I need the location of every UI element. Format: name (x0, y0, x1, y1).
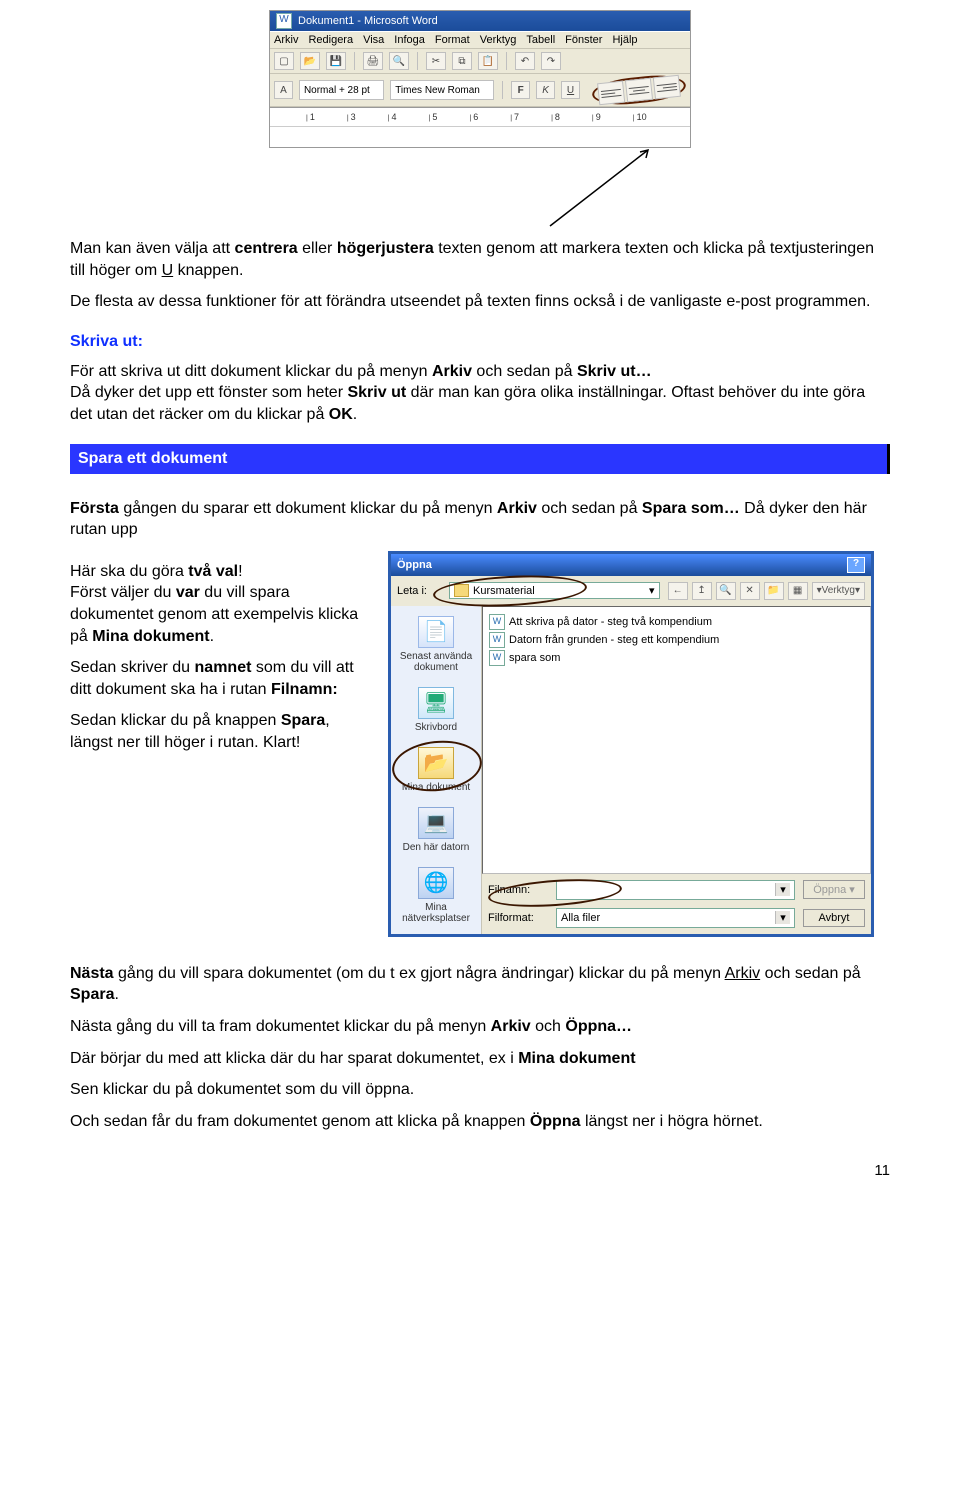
word-doc-icon: W (489, 632, 505, 648)
desktop-icon: 🖥 (418, 687, 454, 719)
ruler-tick: 6 (469, 112, 478, 122)
cut-icon[interactable]: ✂ (426, 52, 446, 70)
copy-icon[interactable]: ⧉ (452, 52, 472, 70)
undo-icon[interactable]: ↶ (515, 52, 535, 70)
align-left-button[interactable] (597, 81, 625, 106)
style-field[interactable]: Normal + 28 pt (299, 80, 384, 100)
help-button[interactable]: ? (847, 557, 865, 573)
places-network[interactable]: 🌐 Mina nätverksplatser (394, 863, 478, 934)
filetype-label: Filformat: (488, 912, 548, 924)
up-icon[interactable]: ↥ (692, 582, 712, 600)
underline-button[interactable]: U (561, 81, 580, 99)
align-right-button[interactable] (653, 75, 681, 100)
new-doc-icon[interactable]: ▢ (274, 52, 294, 70)
menu-arkiv[interactable]: Arkiv (274, 34, 298, 46)
word-app-icon: W (276, 13, 292, 29)
menu-redigera[interactable]: Redigera (308, 34, 353, 46)
style-handle-icon[interactable]: A (274, 81, 293, 99)
menu-fonster[interactable]: Fönster (565, 34, 602, 46)
views-icon[interactable]: ▦ (788, 582, 808, 600)
paste-icon[interactable]: 📋 (478, 52, 498, 70)
alignment-annotation-circle (591, 72, 687, 108)
paragraph-nasta-spara: Nästa gång du vill spara dokumentet (om … (70, 963, 890, 1006)
file-item[interactable]: WDatorn från grunden - steg ett kompendi… (489, 631, 864, 649)
paragraph-skriva-ut: För att skriva ut ditt dokument klickar … (70, 361, 890, 426)
word-window-title: Dokument1 - Microsoft Word (298, 15, 438, 27)
ruler-tick: 9 (592, 112, 601, 122)
places-mydocs[interactable]: 📂 Mina dokument (394, 743, 478, 803)
paragraph-nasta-oppna: Nästa gång du vill ta fram dokumentet kl… (70, 1016, 890, 1038)
word-standard-toolbar: ▢ 📂 💾 🖨 🔍 ✂ ⧉ 📋 ↶ ↷ (270, 49, 690, 74)
filetype-dropdown[interactable]: Alla filer▾ (556, 908, 795, 928)
bold-button[interactable]: F (511, 81, 530, 99)
ruler-tick: 1 (306, 112, 315, 122)
ruler-tick: 10 (633, 112, 647, 122)
word-menubar: Arkiv Redigera Visa Infoga Format Verkty… (270, 31, 690, 49)
word-ruler: 1 3 4 5 6 7 8 9 10 (270, 107, 690, 126)
menu-hjalp[interactable]: Hjälp (612, 34, 637, 46)
open-icon[interactable]: 📂 (300, 52, 320, 70)
save-icon[interactable]: 💾 (326, 52, 346, 70)
font-field[interactable]: Times New Roman (390, 80, 494, 100)
file-item[interactable]: WAtt skriva på dator - steg två kompendi… (489, 613, 864, 631)
paragraph-epost: De flesta av dessa funktioner för att fö… (70, 291, 890, 313)
paragraph-forsta-gangen: Första gången du sparar ett dokument kli… (70, 498, 890, 541)
redo-icon[interactable]: ↷ (541, 52, 561, 70)
ruler-tick: 8 (551, 112, 560, 122)
ruler-tick: 5 (429, 112, 438, 122)
cancel-button[interactable]: Avbryt (803, 909, 865, 927)
open-button[interactable]: Öppna ▾ (803, 880, 865, 899)
places-bar: 📄 Senast använda dokument 🖥 Skrivbord 📂 … (391, 606, 482, 934)
word-formatting-toolbar: A Normal + 28 pt Times New Roman F K U (270, 74, 690, 107)
ruler-tick: 7 (510, 112, 519, 122)
delete-icon[interactable]: ✕ (740, 582, 760, 600)
newfolder-icon[interactable]: 📁 (764, 582, 784, 600)
dialog-titlebar: Öppna ? (391, 554, 871, 576)
word-doc-icon: W (489, 614, 505, 630)
paragraph-sen-klickar: Sen klickar du på dokumentet som du vill… (70, 1079, 890, 1101)
ruler-tick: 3 (347, 112, 356, 122)
instruction-column: Här ska du göra två val! Först väljer du… (70, 551, 370, 764)
open-dialog: Öppna ? Leta i: Kursmaterial ▾ ← ↥ 🔍 ✕ 📁… (388, 551, 874, 937)
print-icon[interactable]: 🖨 (363, 52, 383, 70)
places-desktop[interactable]: 🖥 Skrivbord (394, 683, 478, 743)
menu-format[interactable]: Format (435, 34, 470, 46)
section-bar-spara: Spara ett dokument (70, 444, 890, 474)
paragraph-dar-borjar: Där börjar du med att klicka där du har … (70, 1048, 890, 1070)
computer-icon: 💻 (418, 807, 454, 839)
search-icon[interactable]: 🔍 (716, 582, 736, 600)
align-center-button[interactable] (625, 78, 653, 103)
paragraph-och-sedan: Och sedan får du fram dokumentet genom a… (70, 1111, 890, 1133)
heading-skriva-ut: Skriva ut: (70, 333, 890, 351)
menu-visa[interactable]: Visa (363, 34, 384, 46)
annotation-arrow (540, 148, 740, 228)
dialog-title-text: Öppna (397, 559, 432, 571)
places-computer[interactable]: 💻 Den här datorn (394, 803, 478, 863)
recent-icon: 📄 (418, 616, 454, 648)
word-doc-icon: W (489, 650, 505, 666)
preview-icon[interactable]: 🔍 (389, 52, 409, 70)
places-recent[interactable]: 📄 Senast använda dokument (394, 612, 478, 683)
word-document-canvas (270, 126, 690, 147)
network-icon: 🌐 (418, 867, 454, 899)
word-toolbar-figure: W Dokument1 - Microsoft Word Arkiv Redig… (269, 10, 691, 148)
menu-infoga[interactable]: Infoga (394, 34, 425, 46)
menu-verktyg[interactable]: Verktyg (480, 34, 517, 46)
menu-tabell[interactable]: Tabell (526, 34, 555, 46)
ruler-tick: 4 (388, 112, 397, 122)
file-list[interactable]: WAtt skriva på dator - steg två kompendi… (482, 606, 871, 874)
italic-button[interactable]: K (536, 81, 555, 99)
tools-dropdown[interactable]: ▾ Verktyg ▾ (812, 582, 865, 600)
page-number: 11 (70, 1162, 890, 1179)
word-titlebar: W Dokument1 - Microsoft Word (270, 11, 690, 31)
paragraph-centrera: Man kan även välja att centrera eller hö… (70, 238, 890, 281)
file-item[interactable]: Wspara som (489, 649, 864, 667)
back-icon[interactable]: ← (668, 582, 688, 600)
